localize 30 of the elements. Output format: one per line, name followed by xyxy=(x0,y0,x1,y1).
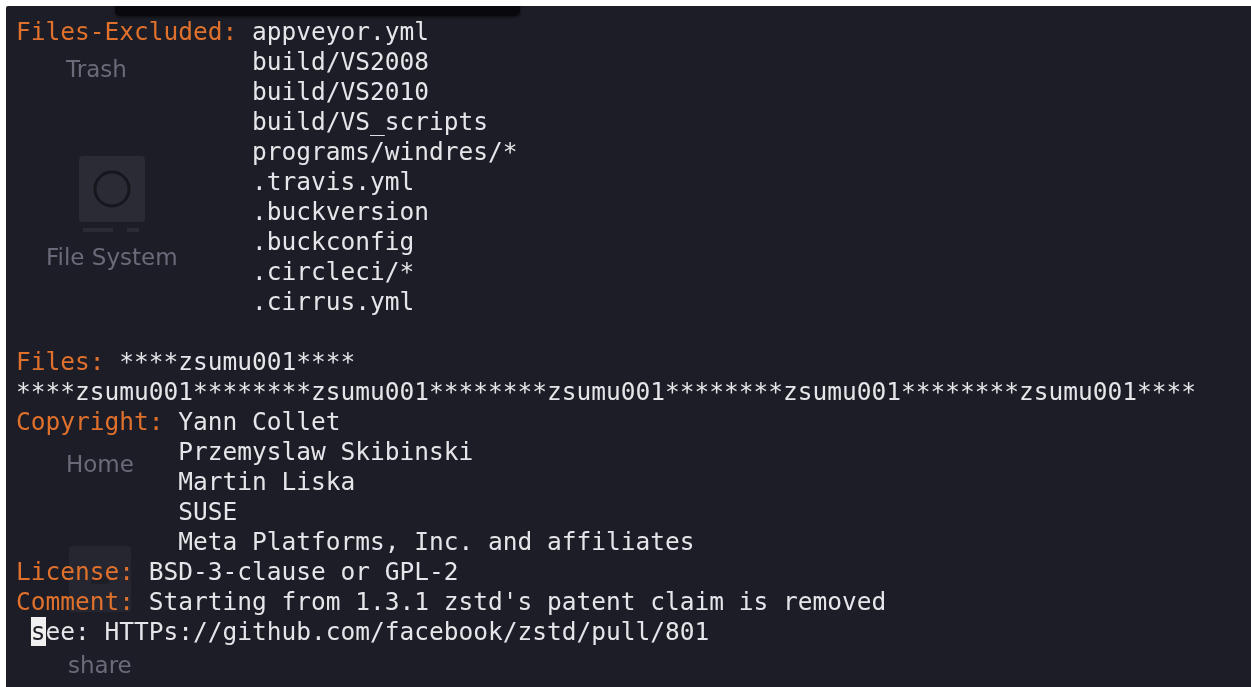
field-value: SUSE xyxy=(178,497,238,526)
field-value: programs/windres/* xyxy=(252,137,518,166)
field-value: .buckversion xyxy=(252,197,429,226)
field-value: Starting from 1.3.1 zstd's patent claim is removed xyxy=(148,587,887,616)
field-key: License: xyxy=(16,557,134,586)
field-value: Przemyslaw Skibinski xyxy=(178,437,474,466)
field-value: .buckconfig xyxy=(252,227,415,256)
field-value: .travis.yml xyxy=(252,167,415,196)
field-value: Yann Collet xyxy=(178,407,341,436)
field-value: ****zsumu001********zsumu001********zsumu001********zsumu001********zsumu001**** xyxy=(16,377,1197,406)
field-value: Meta Platforms, Inc. and affiliates xyxy=(178,527,695,556)
field-value: ****zsumu001**** xyxy=(119,347,356,376)
field-value: Martin Liska xyxy=(178,467,356,496)
field-key: Files-Excluded: xyxy=(16,17,238,46)
desktop-icon-label[interactable]: Home xyxy=(66,451,134,477)
field-value: appveyor.yml xyxy=(252,17,430,46)
field-value: BSD-3-clause or GPL-2 xyxy=(148,557,459,586)
desktop-icon-label[interactable]: Trash xyxy=(66,56,127,82)
field-key: Comment: xyxy=(16,587,134,616)
field-value: build/VS2008 xyxy=(252,47,429,76)
field-value: .circleci/* xyxy=(252,257,415,286)
field-value: build/VS_scripts xyxy=(252,107,488,136)
field-key: Copyright: xyxy=(16,407,164,436)
field-key: Files: xyxy=(16,347,105,376)
desktop-icon-label[interactable]: share xyxy=(68,652,132,678)
drive-icon xyxy=(78,156,145,234)
desktop-icon-label[interactable]: File System xyxy=(46,244,178,270)
terminal-line: see: HTTPs://github.com/facebook/zstd/pull/801 xyxy=(30,617,710,646)
field-value: .cirrus.yml xyxy=(252,287,415,316)
field-value: build/VS2010 xyxy=(252,77,429,106)
